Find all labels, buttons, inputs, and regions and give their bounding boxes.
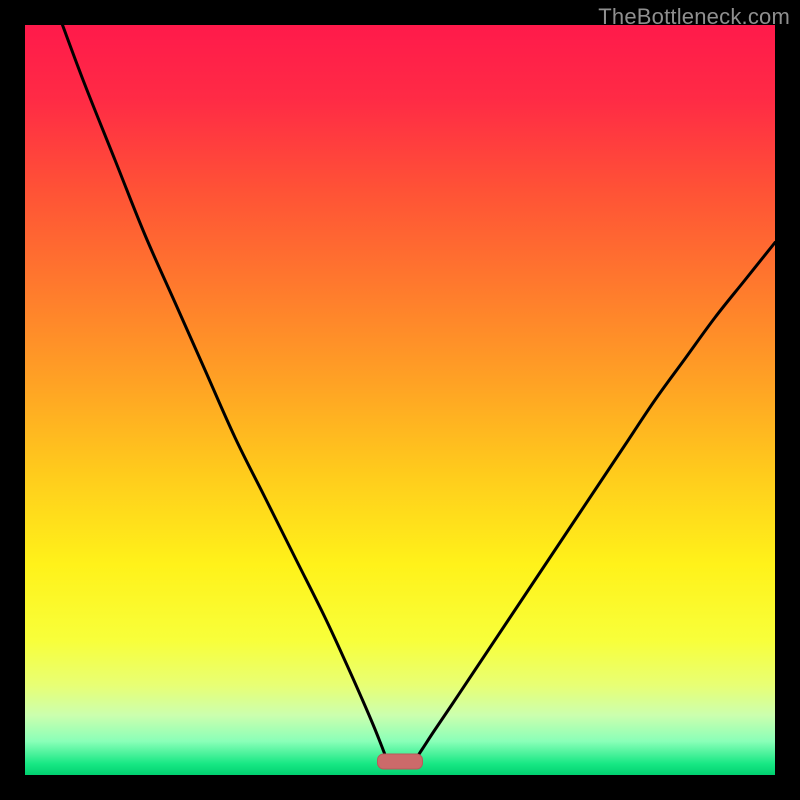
watermark-text: TheBottleneck.com	[598, 4, 790, 30]
bottleneck-marker	[378, 754, 423, 769]
gradient-background	[25, 25, 775, 775]
plot-area	[25, 25, 775, 775]
outer-frame: TheBottleneck.com	[0, 0, 800, 800]
chart-svg	[25, 25, 775, 775]
